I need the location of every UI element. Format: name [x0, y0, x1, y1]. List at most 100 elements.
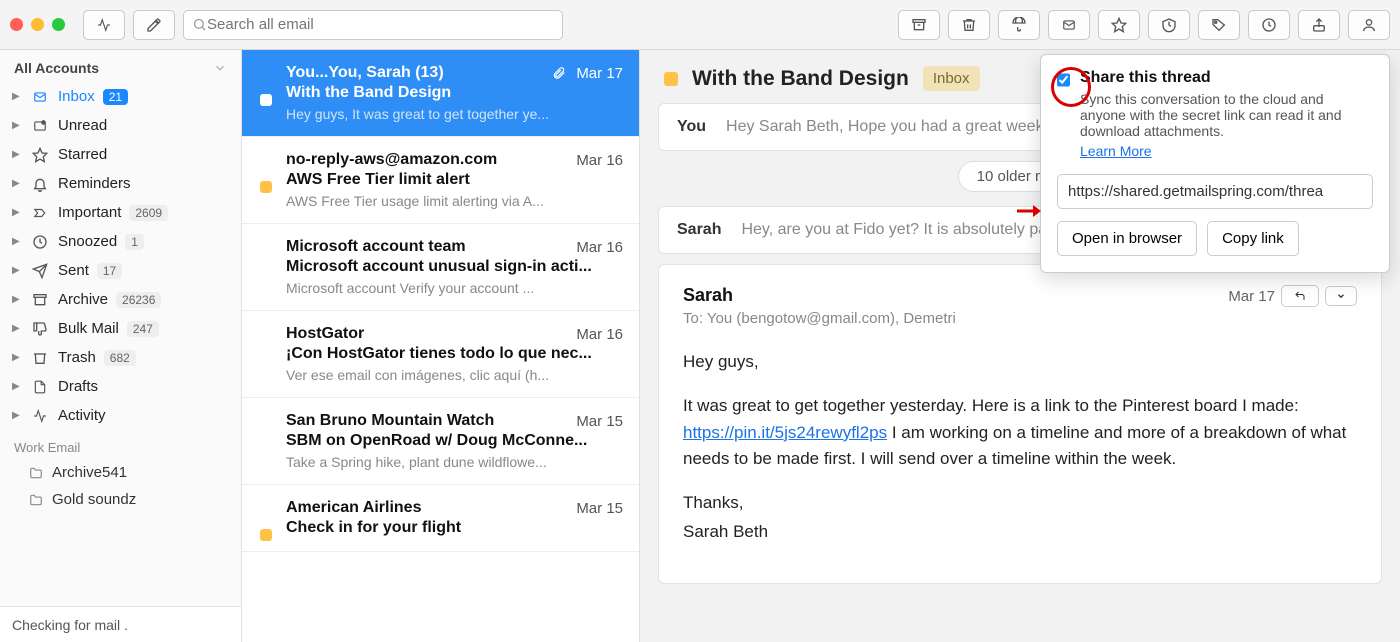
sidebar-item-label: Inbox — [58, 88, 95, 105]
sidebar-item-label: Archive — [58, 291, 108, 308]
thread-unread-dot — [260, 94, 272, 106]
sidebar-folder-label: Gold soundz — [52, 491, 136, 508]
sidebar-item-starred[interactable]: ▶ Starred — [0, 140, 241, 169]
thread-item[interactable]: HostGatorMar 16 ¡Con HostGator tienes to… — [242, 311, 639, 398]
sidebar-item-label: Sent — [58, 262, 89, 279]
search-icon — [192, 17, 207, 32]
thread-sender: You...You, Sarah (13) — [286, 64, 444, 82]
label-button[interactable] — [1198, 10, 1240, 40]
learn-more-link[interactable]: Learn More — [1080, 143, 1152, 159]
thread-preview: Hey guys, It was great to get together y… — [286, 106, 623, 122]
sidebar-item-count: 2609 — [129, 205, 168, 221]
sidebar-item-archive[interactable]: ▶ Archive 26236 — [0, 285, 241, 314]
sidebar-folder-goldsoundz[interactable]: Gold soundz — [0, 486, 241, 513]
message-card: Sarah To: You (bengotow@gmail.com), Deme… — [658, 264, 1382, 584]
sidebar-item-count: 1 — [125, 234, 144, 250]
sidebar-item-label: Unread — [58, 117, 107, 134]
thread-subject: Check in for your flight — [286, 519, 623, 537]
search-input[interactable] — [207, 16, 554, 33]
sent-icon — [30, 263, 50, 279]
status-text: Checking for mail . — [12, 617, 128, 633]
sidebar-item-sent[interactable]: ▶ Sent 17 — [0, 256, 241, 285]
attachment-icon — [552, 66, 566, 80]
archive-icon — [30, 292, 50, 308]
thread-subject: Microsoft account unusual sign-in acti..… — [286, 258, 623, 276]
sidebar-item-bulkmail[interactable]: ▶ Bulk Mail 247 — [0, 314, 241, 343]
trash-icon — [30, 350, 50, 366]
thumbdown-icon — [30, 321, 50, 337]
star-icon — [30, 147, 50, 163]
sidebar-item-inbox[interactable]: ▶ Inbox 21 — [0, 82, 241, 111]
clock-icon — [30, 234, 50, 250]
sidebar-item-count: 247 — [127, 321, 159, 337]
thread-sender: no-reply-aws@amazon.com — [286, 151, 497, 169]
snooze-button[interactable] — [1148, 10, 1190, 40]
reply-button[interactable] — [1281, 285, 1319, 307]
sidebar-item-drafts[interactable]: ▶ Drafts — [0, 372, 241, 401]
sidebar-item-important[interactable]: ▶ Important 2609 — [0, 198, 241, 227]
sidebar-item-snoozed[interactable]: ▶ Snoozed 1 — [0, 227, 241, 256]
thread-title: With the Band Design — [692, 67, 909, 91]
minimize-window[interactable] — [31, 18, 44, 31]
sidebar: All Accounts ▶ Inbox 21 ▶ Unread ▶ Starr… — [0, 50, 242, 642]
thread-item[interactable]: You...You, Sarah (13) Mar 17 With the Ba… — [242, 50, 639, 137]
sidebar-folder-archive541[interactable]: Archive541 — [0, 459, 241, 486]
sidebar-item-label: Important — [58, 204, 121, 221]
search-field[interactable] — [183, 10, 563, 40]
inbox-badge[interactable]: Inbox — [923, 66, 980, 91]
thread-subject: SBM on OpenRoad w/ Doug McConne... — [286, 432, 623, 450]
thread-subject: ¡Con HostGator tienes todo lo que nec... — [286, 345, 623, 363]
collapsed-sender: Sarah — [677, 221, 721, 239]
thread-subject: With the Band Design — [286, 84, 623, 102]
thread-item[interactable]: Microsoft account teamMar 16 Microsoft a… — [242, 224, 639, 311]
thread-date: Mar 15 — [576, 500, 623, 517]
folder-icon — [28, 493, 44, 507]
sidebar-item-label: Snoozed — [58, 233, 117, 250]
thread-item[interactable]: American AirlinesMar 15 Check in for you… — [242, 485, 639, 552]
more-button[interactable] — [1325, 286, 1357, 306]
star-button[interactable] — [1098, 10, 1140, 40]
thread-item[interactable]: no-reply-aws@amazon.com Mar 16 AWS Free T… — [242, 137, 639, 224]
compose-button[interactable] — [133, 10, 175, 40]
file-icon — [30, 379, 50, 395]
share-button[interactable] — [1298, 10, 1340, 40]
window-controls — [10, 18, 65, 31]
important-icon — [30, 206, 50, 220]
reminder-button[interactable] — [1248, 10, 1290, 40]
sidebar-item-activity[interactable]: ▶ Activity — [0, 401, 241, 430]
close-window[interactable] — [10, 18, 23, 31]
copy-link-button[interactable]: Copy link — [1207, 221, 1299, 256]
thread-date: Mar 15 — [576, 413, 623, 430]
activity-icon[interactable] — [83, 10, 125, 40]
thread-unread-dot — [260, 529, 272, 541]
maximize-window[interactable] — [52, 18, 65, 31]
share-checkbox[interactable] — [1057, 71, 1070, 89]
sidebar-item-trash[interactable]: ▶ Trash 682 — [0, 343, 241, 372]
folder-color-dot — [664, 72, 678, 86]
thread-date: Mar 16 — [576, 326, 623, 343]
pinterest-link[interactable]: https://pin.it/5js24rewyfl2ps — [683, 423, 887, 442]
thread-item[interactable]: San Bruno Mountain WatchMar 15 SBM on Op… — [242, 398, 639, 485]
profile-button[interactable] — [1348, 10, 1390, 40]
sidebar-folder-label: Archive541 — [52, 464, 127, 481]
thread-date: Mar 16 — [576, 152, 623, 169]
trash-button[interactable] — [948, 10, 990, 40]
sidebar-work-header: Work Email — [0, 430, 241, 459]
message-date: Mar 17 — [1228, 288, 1275, 305]
sidebar-item-label: Trash — [58, 349, 96, 366]
archive-button[interactable] — [898, 10, 940, 40]
spam-button[interactable] — [998, 10, 1040, 40]
share-url-field[interactable] — [1057, 174, 1373, 209]
inbox-icon — [30, 90, 50, 104]
sidebar-item-count: 21 — [103, 89, 128, 105]
sidebar-item-reminders[interactable]: ▶ Reminders — [0, 169, 241, 198]
mark-unread-button[interactable] — [1048, 10, 1090, 40]
message-from: Sarah — [683, 285, 956, 306]
sidebar-header[interactable]: All Accounts — [0, 50, 241, 82]
sidebar-item-label: Reminders — [58, 175, 131, 192]
bell-icon — [30, 176, 50, 192]
open-in-browser-button[interactable]: Open in browser — [1057, 221, 1197, 256]
main-area: All Accounts ▶ Inbox 21 ▶ Unread ▶ Starr… — [0, 50, 1400, 642]
thread-subject: AWS Free Tier limit alert — [286, 171, 623, 189]
sidebar-item-unread[interactable]: ▶ Unread — [0, 111, 241, 140]
